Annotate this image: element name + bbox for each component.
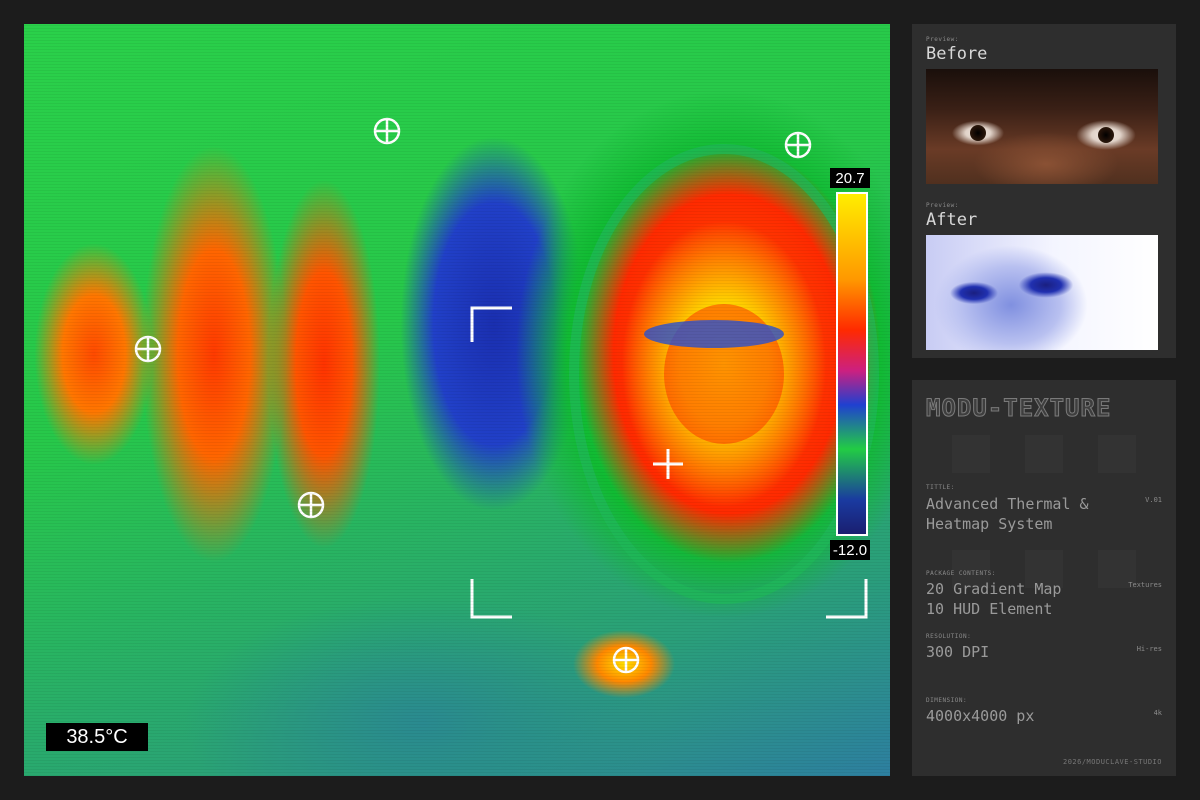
- resolution-caption: RESOLUTION:: [926, 633, 972, 640]
- title-caption: TITTLE:: [926, 484, 955, 491]
- before-image: [926, 69, 1158, 184]
- studio-footer: 2026/MODUCLAVE-STUDIO: [1062, 758, 1162, 766]
- focus-bracket-bottom-right: [826, 579, 868, 619]
- thermal-image: [24, 24, 890, 776]
- product-title-line: Heatmap System: [926, 515, 1053, 533]
- preview-before-caption: Preview:: [926, 36, 959, 43]
- package-line: 10 HUD Element: [926, 600, 1053, 618]
- product-title: Advanced Thermal & Heatmap System: [926, 494, 1089, 534]
- info-panel: MODU-TEXTURE TITTLE: Advanced Thermal & …: [912, 380, 1176, 776]
- package-type-label: Textures: [1128, 581, 1162, 589]
- preview-after-caption: Preview:: [926, 202, 959, 209]
- target-marker: [134, 335, 162, 363]
- target-marker: [784, 131, 812, 159]
- scale-min-label: -12.0: [830, 540, 870, 560]
- hud-overlay: [134, 117, 879, 674]
- target-marker: [612, 646, 640, 674]
- package-line: 20 Gradient Map: [926, 580, 1062, 598]
- center-crosshair: [653, 449, 683, 479]
- resolution-quality-label: Hi-res: [1136, 645, 1162, 653]
- scale-max-label: 20.7: [830, 168, 870, 188]
- package-contents: 20 Gradient Map 10 HUD Element: [926, 579, 1061, 619]
- dimension-value: 4000x4000 px: [926, 707, 1035, 725]
- package-caption: PACKAGE CONTENTS:: [926, 570, 996, 577]
- eye-iris: [1098, 127, 1114, 143]
- temperature-scale-bar: [836, 192, 868, 536]
- preview-panel: Preview: Before Preview: After: [912, 24, 1176, 358]
- preview-after-label: After: [926, 210, 978, 230]
- eye-iris: [970, 125, 986, 141]
- brand-logo: MODU-TEXTURE: [925, 394, 1112, 423]
- preview-before-label: Before: [926, 44, 988, 64]
- focus-bracket-bottom-left: [470, 579, 512, 619]
- target-marker: [297, 491, 325, 519]
- after-image: [926, 235, 1158, 350]
- version-label: V.01: [1145, 496, 1162, 504]
- dimension-caption: DIMENSION:: [926, 697, 968, 704]
- resolution-value: 300 DPI: [926, 643, 990, 661]
- product-title-line: Advanced Thermal &: [926, 495, 1089, 513]
- temperature-readout: 38.5°C: [46, 723, 148, 751]
- focus-bracket-top-left: [470, 306, 512, 342]
- fan-spinner: [644, 320, 784, 348]
- target-marker: [373, 117, 401, 145]
- dimension-size-label: 4k: [1153, 709, 1162, 717]
